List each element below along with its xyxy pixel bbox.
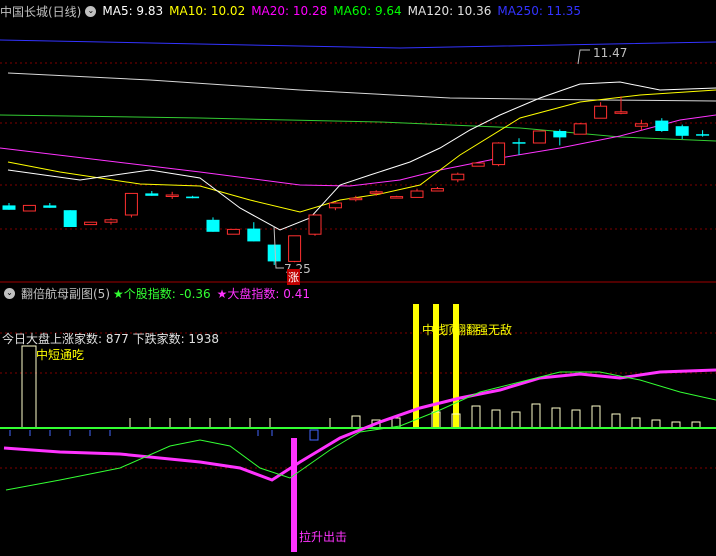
ma120-line [7, 72, 716, 102]
candle-up [369, 191, 383, 194]
index-bar [551, 407, 561, 429]
index-bar [531, 403, 541, 429]
signal-zhongduan: 中短通吃 [36, 348, 85, 362]
market-breadth-text: 今日大盘上涨家数: 877 下跌家数: 1938 [2, 332, 219, 346]
candle-down [63, 210, 77, 227]
candle-up [104, 219, 118, 223]
stock-title: 中国长城(日线) [0, 4, 82, 19]
candle-down [145, 193, 159, 196]
candle-down [267, 244, 281, 262]
candle-up [492, 142, 506, 166]
ma20-label: MA20: 10.28 [251, 4, 328, 18]
index-bar [491, 409, 501, 429]
signal-lasheng: 拉升出击 [299, 530, 348, 544]
candle-up [410, 190, 424, 198]
candle-down [512, 142, 526, 144]
candle-up [471, 162, 485, 167]
candle-up [594, 105, 608, 119]
candle-up [288, 235, 302, 262]
index-bar [611, 413, 621, 429]
ma120-label: MA120: 10.36 [407, 4, 492, 18]
candle-down [43, 205, 57, 208]
signal-label-1: 中 [422, 323, 435, 337]
candle-up [614, 111, 628, 114]
sub-panel-title: 翻倍航母副图(5) [21, 286, 110, 301]
index-bar [471, 405, 481, 429]
candle-down [675, 126, 689, 136]
ma60-label: MA60: 9.64 [333, 4, 402, 18]
signal-label-4: 翻翻 [454, 323, 479, 337]
ma5-line [7, 81, 716, 231]
candle-up [124, 192, 138, 216]
stock-index-label: ★个股指数: -0.36 [113, 286, 211, 301]
candle-up [22, 204, 36, 212]
candle-up [84, 221, 98, 226]
high-price-label: 11.47 [593, 46, 628, 60]
candle-up [430, 188, 444, 192]
candle-up [390, 196, 404, 199]
zhang-badge: 涨 [287, 269, 300, 285]
candle-up [634, 123, 648, 127]
candle-up [573, 123, 587, 135]
candle-up [308, 214, 322, 235]
main-panel-header: 中国长城(日线) ⌄ MA5: 9.83 MA10: 10.02 MA20: 1… [0, 2, 587, 20]
candle-down [186, 196, 200, 199]
index-bar [571, 409, 581, 429]
ma20-line [0, 114, 716, 187]
candle-up [226, 228, 240, 235]
signal-box [21, 345, 37, 429]
market-index-label: ★大盘指数: 0.41 [216, 286, 311, 301]
price-chart[interactable] [0, 0, 716, 556]
candle-down [655, 120, 669, 131]
collapse-icon[interactable]: ⌄ [4, 287, 15, 299]
candle-up [328, 202, 342, 209]
ma10-label: MA10: 10.02 [169, 4, 246, 18]
candle-up [349, 197, 363, 201]
collapse-icon[interactable]: ⌄ [85, 5, 97, 17]
index-bar [351, 415, 361, 429]
high-marker [577, 49, 590, 65]
index-bar [631, 417, 641, 429]
candle-down [553, 131, 567, 138]
neg-bar [309, 429, 319, 441]
index-bar [511, 411, 521, 429]
candle-down [247, 228, 261, 242]
candle-down [2, 205, 16, 210]
ma10-line [7, 89, 716, 213]
signal-label-5: 强无敌 [476, 323, 513, 337]
ma5-label: MA5: 9.83 [102, 4, 164, 18]
lasheng-bar [291, 438, 297, 552]
candle-up [451, 173, 465, 181]
sub-panel-header: ⌄ 翻倍航母副图(5) ★个股指数: -0.36 ★大盘指数: 0.41 [0, 284, 316, 302]
candle-down [696, 134, 710, 136]
ma250-label: MA250: 11.35 [497, 4, 582, 18]
candle-up [532, 130, 546, 144]
ma60-line [0, 114, 716, 142]
candle-down [206, 219, 220, 232]
index-bar [591, 405, 601, 429]
candle-up [165, 194, 179, 197]
index-bar [651, 419, 661, 429]
